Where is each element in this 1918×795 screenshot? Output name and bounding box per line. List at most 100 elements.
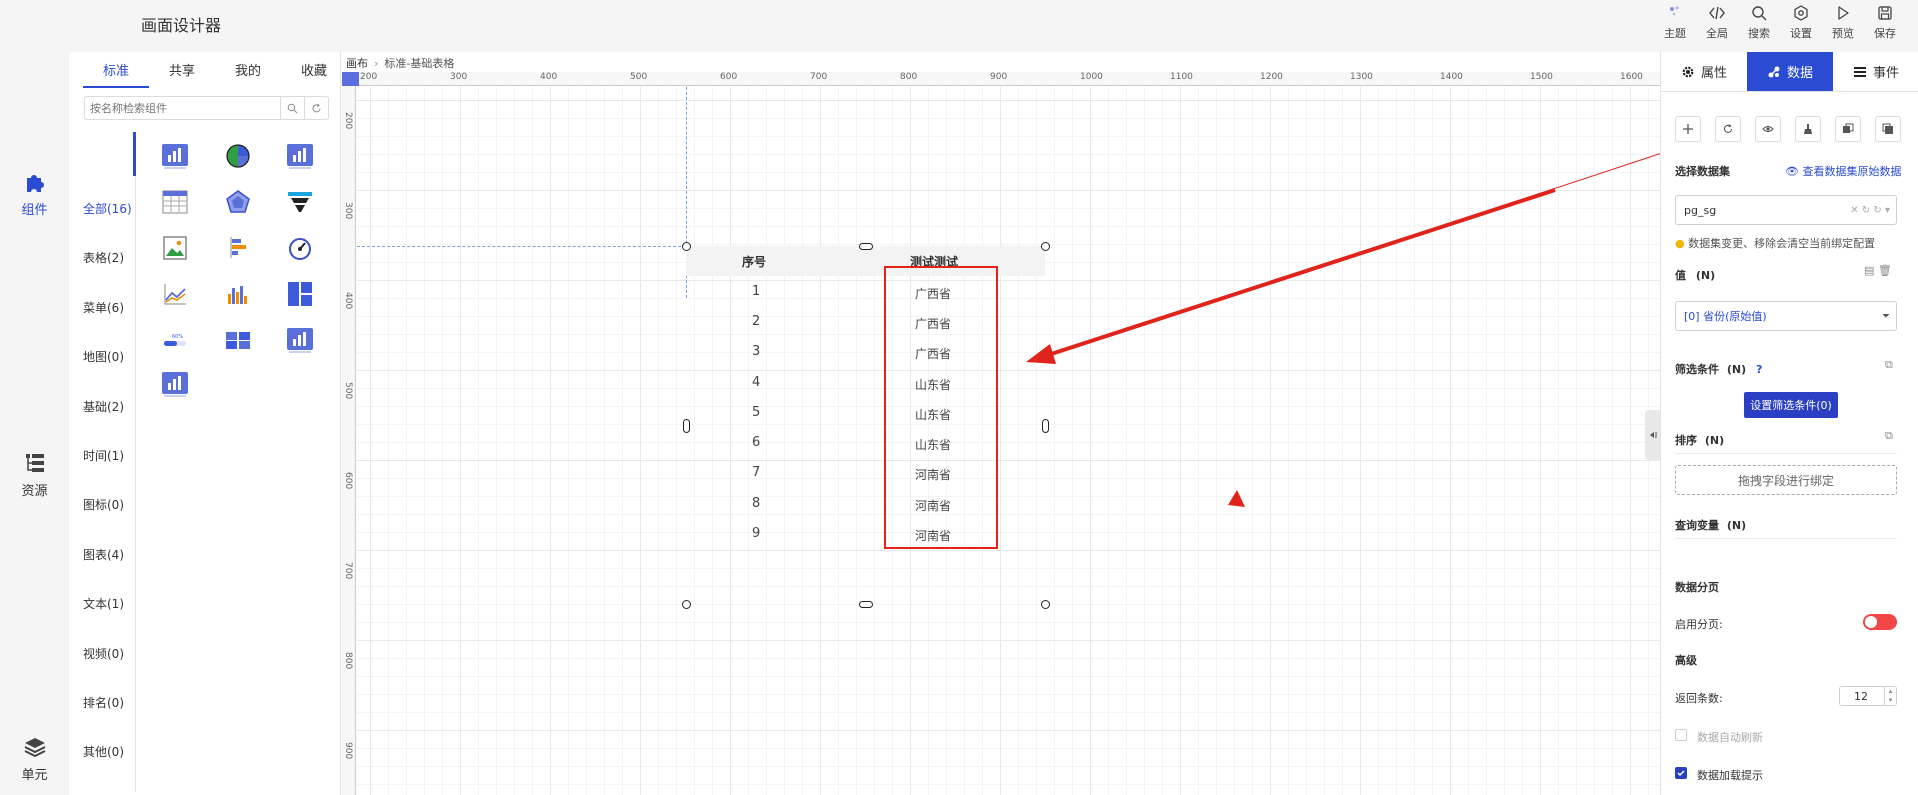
clear-data-button[interactable] bbox=[1795, 116, 1821, 142]
return-count-stepper[interactable]: 12 ▴ ▾ bbox=[1839, 686, 1897, 706]
resize-handle-top[interactable] bbox=[859, 243, 873, 250]
layout-icon[interactable] bbox=[286, 280, 314, 308]
component-search-input[interactable] bbox=[85, 98, 280, 118]
category-video[interactable]: 视频(0) bbox=[83, 645, 124, 662]
resize-handle-bottom-left[interactable] bbox=[682, 600, 691, 609]
multi-bar-icon[interactable] bbox=[224, 280, 252, 308]
category-chart[interactable]: 图表(4) bbox=[83, 546, 124, 563]
category-table[interactable]: 表格(2) bbox=[83, 249, 124, 266]
horizontal-ruler[interactable]: 200 300 400 500 600 700 800 900 1000 110… bbox=[359, 72, 1660, 86]
tab-favorites[interactable]: 收藏 bbox=[281, 60, 347, 88]
filter-funnel-icon[interactable]: ⏷ bbox=[1882, 311, 1890, 322]
tab-data[interactable]: 数据 bbox=[1747, 52, 1833, 91]
category-menu[interactable]: 菜单(6) bbox=[83, 299, 124, 316]
value-field-select[interactable]: [0] 省份(原始值) ⏷ bbox=[1675, 301, 1897, 331]
tab-mine[interactable]: 我的 bbox=[215, 60, 281, 88]
bar-chart-icon[interactable] bbox=[161, 142, 189, 170]
bar-chart-icon[interactable] bbox=[161, 370, 189, 398]
bar-chart-icon[interactable] bbox=[286, 326, 314, 354]
progress-icon[interactable]: 60% bbox=[161, 326, 189, 354]
preview-data-button[interactable] bbox=[1755, 116, 1781, 142]
save-icon bbox=[1878, 6, 1892, 20]
tab-standard[interactable]: 标准 bbox=[83, 60, 149, 88]
nav-components[interactable]: 组件 bbox=[0, 123, 69, 235]
resize-handle-bottom-right[interactable] bbox=[1041, 600, 1050, 609]
resource-icon bbox=[25, 454, 44, 472]
help-icon[interactable]: ? bbox=[1756, 363, 1762, 376]
save-label: 保存 bbox=[1874, 27, 1896, 40]
settings-button[interactable]: 设置 bbox=[1780, 4, 1822, 41]
filter-copy-icon[interactable]: ⧉ bbox=[1885, 358, 1893, 372]
add-dataset-button[interactable] bbox=[1675, 116, 1701, 142]
breadcrumb-separator: › bbox=[374, 57, 379, 70]
breadcrumb-root[interactable]: 画布 bbox=[346, 57, 368, 70]
component-refresh-button[interactable] bbox=[304, 97, 328, 119]
toolbar: 主题 全局 搜索 设置 预览 保存 bbox=[1654, 4, 1906, 41]
preview-button[interactable]: 预览 bbox=[1822, 4, 1864, 41]
category-other[interactable]: 其他(0) bbox=[83, 743, 124, 760]
tab-properties[interactable]: 属性 bbox=[1661, 52, 1747, 91]
category-rank[interactable]: 排名(0) bbox=[83, 694, 124, 711]
left-nav: 组件 资源 单元 bbox=[0, 52, 69, 795]
sort-copy-icon[interactable]: ⧉ bbox=[1885, 429, 1893, 443]
resize-handle-bottom[interactable] bbox=[859, 601, 873, 608]
grid-icon[interactable] bbox=[224, 326, 252, 354]
ruler-x-label: 1300 bbox=[1350, 72, 1373, 82]
category-all[interactable]: 全部(16) bbox=[83, 200, 132, 217]
line-chart-icon[interactable] bbox=[161, 280, 189, 308]
global-button[interactable]: 全局 bbox=[1696, 4, 1738, 41]
radar-chart-icon[interactable] bbox=[224, 188, 252, 216]
nav-resources[interactable]: 资源 bbox=[0, 450, 69, 499]
svg-text:60%: 60% bbox=[172, 334, 183, 340]
theme-button[interactable]: 主题 bbox=[1654, 4, 1696, 41]
tab-events[interactable]: 事件 bbox=[1833, 52, 1918, 91]
set-filter-button[interactable]: 设置筛选条件(0) bbox=[1744, 392, 1838, 418]
dataset-warning-text: 数据集变更、移除会清空当前绑定配置 bbox=[1688, 237, 1876, 250]
global-label: 全局 bbox=[1706, 27, 1728, 40]
stepper-arrows[interactable]: ▴ ▾ bbox=[1884, 687, 1896, 705]
tab-shared[interactable]: 共享 bbox=[149, 60, 215, 88]
resize-handle-right[interactable] bbox=[1042, 419, 1049, 433]
paste-data-button[interactable] bbox=[1875, 116, 1901, 142]
copy-data-button[interactable] bbox=[1835, 116, 1861, 142]
category-time[interactable]: 时间(1) bbox=[83, 447, 124, 464]
resize-handle-top-left[interactable] bbox=[682, 242, 691, 251]
enable-pagination-label: 启用分页: bbox=[1675, 618, 1723, 631]
category-icon[interactable]: 图标(0) bbox=[83, 496, 124, 513]
refresh-dataset-button[interactable] bbox=[1715, 116, 1741, 142]
save-button[interactable]: 保存 bbox=[1864, 4, 1906, 41]
ruler-corner[interactable] bbox=[342, 72, 359, 86]
resize-handle-left[interactable] bbox=[683, 419, 690, 433]
view-raw-data-link[interactable]: 👁 查看数据集原始数据 bbox=[1785, 163, 1901, 179]
dataset-select[interactable]: pg_sg ✕ ↻ ↻ ▾ bbox=[1675, 195, 1897, 225]
auto-refresh-checkbox[interactable] bbox=[1675, 729, 1687, 741]
category-basic[interactable]: 基础(2) bbox=[83, 398, 124, 415]
funnel-chart-icon[interactable] bbox=[286, 188, 314, 216]
table-cell-index: 4 bbox=[752, 375, 761, 390]
sort-tag: (N) bbox=[1704, 434, 1725, 447]
sort-drop-zone[interactable]: 拖拽字段进行绑定 bbox=[1675, 465, 1897, 495]
bar-chart-icon[interactable] bbox=[286, 142, 314, 170]
pagination-toggle[interactable] bbox=[1863, 614, 1897, 630]
ruler-x-label: 1400 bbox=[1440, 72, 1463, 82]
horizontal-bar-icon[interactable] bbox=[224, 234, 252, 262]
panel-collapse-toggle[interactable] bbox=[1645, 410, 1660, 460]
plus-icon bbox=[1683, 124, 1693, 134]
divider bbox=[1675, 538, 1897, 539]
auto-refresh-label: 数据自动刷新 bbox=[1697, 731, 1763, 744]
load-hint-checkbox[interactable] bbox=[1675, 767, 1687, 779]
image-icon[interactable] bbox=[161, 234, 189, 262]
gauge-icon[interactable] bbox=[286, 234, 314, 262]
dataset-label: 选择数据集 bbox=[1675, 165, 1730, 178]
category-map[interactable]: 地图(0) bbox=[83, 348, 124, 365]
resize-handle-top-right[interactable] bbox=[1041, 242, 1050, 251]
value-actions[interactable]: ▤ 🗑 bbox=[1864, 264, 1892, 277]
nav-units[interactable]: 单元 bbox=[0, 734, 69, 783]
component-search-button[interactable] bbox=[280, 97, 304, 119]
check-icon bbox=[1677, 770, 1685, 777]
vertical-ruler[interactable]: 200 300 400 500 600 700 800 900 bbox=[342, 86, 356, 795]
search-button[interactable]: 搜索 bbox=[1738, 4, 1780, 41]
pie-chart-icon[interactable] bbox=[224, 142, 252, 170]
table-icon[interactable] bbox=[161, 188, 189, 216]
category-text[interactable]: 文本(1) bbox=[83, 595, 124, 612]
